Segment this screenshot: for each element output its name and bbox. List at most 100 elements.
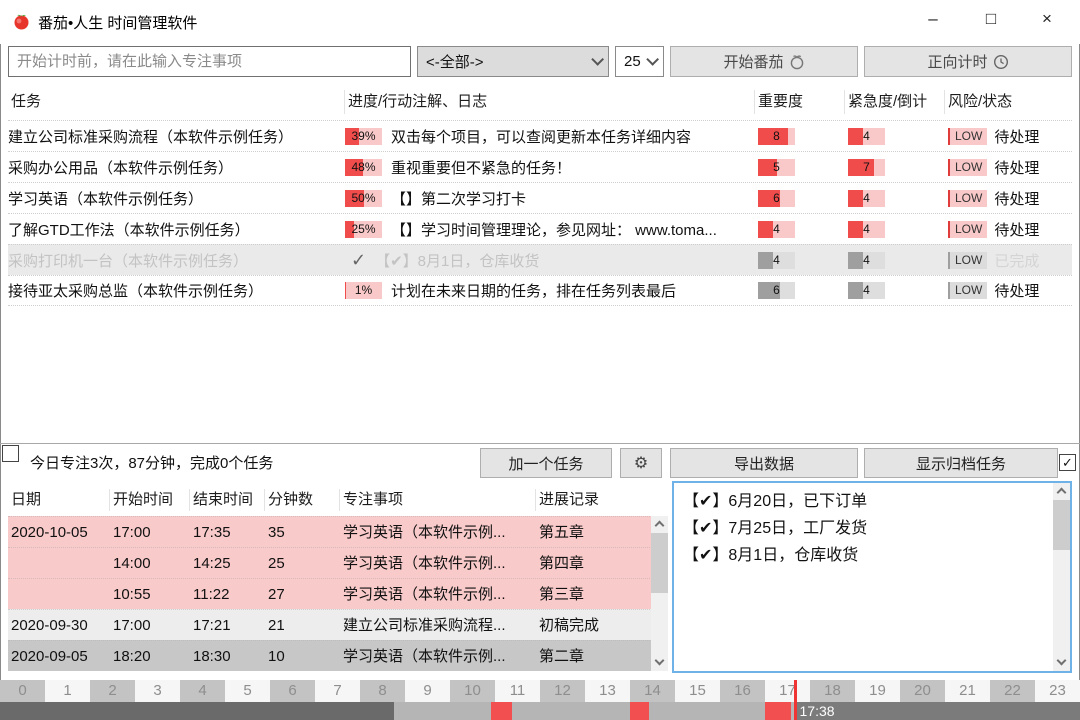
history-table-header: 日期 开始时间 结束时间 分钟数 专注事项 进展记录: [8, 483, 668, 516]
header-urgency: 紧急度/倒计: [845, 90, 945, 114]
history-minutes: 27: [265, 579, 340, 609]
task-urgency-cell: 4: [845, 245, 945, 275]
history-note: 第二章: [536, 641, 651, 671]
task-row[interactable]: 采购办公用品（本软件示例任务）48%重视重要但不紧急的任务！57LOW待处理: [8, 151, 1072, 182]
history-row[interactable]: 10:5511:2227学习英语（本软件示例...第三章: [8, 578, 668, 609]
history-task: 学习英语（本软件示例...: [340, 579, 536, 609]
task-progress-cell: 48%重视重要但不紧急的任务！: [345, 152, 755, 182]
show-archived-button[interactable]: 显示归档任务: [864, 448, 1058, 478]
task-row[interactable]: 建立公司标准采购流程（本软件示例任务）39% 双击每个项目，可以查阅更新本任务详细…: [8, 120, 1072, 151]
scrollbar-thumb[interactable]: [651, 533, 668, 593]
history-note: 初稿完成: [536, 610, 651, 640]
timeline-hour-cell: 11: [495, 680, 540, 702]
focus-input[interactable]: [8, 46, 411, 77]
history-date: 2020-09-30: [8, 610, 110, 640]
history-row[interactable]: 2020-09-3017:0017:2121建立公司标准采购流程...初稿完成: [8, 609, 668, 640]
focus-session-block: [765, 702, 791, 720]
task-importance-cell: 8: [755, 121, 845, 151]
task-progress-cell: ✓【✔】8月1日，仓库收货: [345, 245, 755, 275]
start-pomodoro-button[interactable]: 开始番茄: [670, 46, 858, 77]
task-table-header: 任务 进度/行动注解、日志 重要度 紧急度/倒计 风险/状态: [8, 84, 1072, 120]
timeline-hour-cell: 1: [45, 680, 90, 702]
today-filter-checkbox[interactable]: [2, 445, 19, 462]
header-progress-note: 进展记录: [536, 489, 651, 511]
count-up-timer-button[interactable]: 正向计时: [864, 46, 1072, 77]
badge-value: 7: [848, 159, 885, 176]
task-row[interactable]: 了解GTD工作法（本软件示例任务）25%【】学习时间管理理论，参见网址： www…: [8, 213, 1072, 244]
badge-value: 1%: [345, 282, 382, 299]
timeline-hour-cell: 5: [225, 680, 270, 702]
scroll-down-arrow-icon[interactable]: [651, 654, 668, 671]
risk-badge: LOW: [948, 282, 987, 299]
task-row[interactable]: 接待亚太采购总监（本软件示例任务）1%计划在未来日期的任务，排在任务列表最后64…: [8, 275, 1072, 306]
task-urgency-cell: 4: [845, 214, 945, 244]
history-scrollbar[interactable]: [651, 516, 668, 671]
minutes-dropdown[interactable]: 25: [615, 46, 664, 77]
chevron-down-icon: [591, 53, 604, 66]
badge-value: 8: [758, 128, 795, 145]
close-button[interactable]: ×: [1018, 0, 1076, 38]
header-date: 日期: [8, 489, 110, 511]
history-note: 第五章: [536, 517, 651, 547]
history-date: 2020-09-05: [8, 641, 110, 671]
task-risk-cell: LOW待处理: [945, 183, 1071, 213]
maximize-button[interactable]: □: [962, 0, 1020, 38]
minimize-button[interactable]: –: [904, 0, 962, 38]
history-date: 2020-10-05: [8, 517, 110, 547]
task-note: 【】第二次学习打卡: [391, 188, 526, 209]
badge-value: 48%: [345, 159, 382, 176]
settings-button[interactable]: ⚙: [620, 448, 662, 478]
header-progress-notes: 进度/行动注解、日志: [345, 90, 755, 114]
history-start: 18:20: [110, 641, 190, 671]
sleep-hours-segment: [0, 702, 394, 720]
history-row[interactable]: 14:0014:2525学习英语（本软件示例...第四章: [8, 547, 668, 578]
log-line: 【✔】7月25日，工厂发货: [683, 515, 1048, 542]
task-note: 双击每个项目，可以查阅更新本任务详细内容: [391, 126, 691, 147]
history-minutes: 21: [265, 610, 340, 640]
status-text: 待处理: [994, 188, 1039, 209]
task-log-textarea[interactable]: 【✔】6月20日，已下订单【✔】7月25日，工厂发货【✔】8月1日，仓库收货: [672, 481, 1072, 673]
task-row[interactable]: 采购打印机一台（本软件示例任务）✓【✔】8月1日，仓库收货44LOW已完成: [8, 244, 1072, 275]
log-line: 【✔】8月1日，仓库收货: [683, 542, 1048, 569]
scroll-up-arrow-icon[interactable]: [651, 516, 668, 533]
header-end-time: 结束时间: [190, 489, 265, 511]
archive-checkbox[interactable]: ✓: [1059, 454, 1076, 471]
importance-badge: 6: [758, 190, 795, 207]
badge-value: 6: [758, 190, 795, 207]
history-row[interactable]: 2020-09-0518:2018:3010学习英语（本软件示例...第二章: [8, 640, 668, 671]
task-importance-cell: 5: [755, 152, 845, 182]
badge-value: 25%: [345, 221, 382, 238]
importance-badge: 4: [758, 221, 795, 238]
urgency-badge: 4: [848, 282, 885, 299]
app-window: 番茄•人生 时间管理软件 – □ × <-全部-> 25 开始番茄 正向计时: [0, 0, 1080, 720]
history-minutes: 25: [265, 548, 340, 578]
export-data-button[interactable]: 导出数据: [670, 448, 858, 478]
log-scrollbar[interactable]: [1053, 483, 1070, 671]
log-line: 【✔】6月20日，已下订单: [683, 488, 1048, 515]
add-task-button[interactable]: 加一个任务: [480, 448, 612, 478]
task-filter-dropdown[interactable]: <-全部->: [417, 46, 609, 77]
toolbar: <-全部-> 25 开始番茄 正向计时: [0, 44, 1080, 84]
timeline-hour-cell: 4: [180, 680, 225, 702]
badge-value: 39%: [345, 128, 382, 145]
history-start: 10:55: [110, 579, 190, 609]
scroll-up-arrow-icon[interactable]: [1053, 483, 1070, 500]
status-text: 待处理: [994, 157, 1039, 178]
task-row[interactable]: 学习英语（本软件示例任务）50%【】第二次学习打卡64LOW待处理: [8, 182, 1072, 213]
task-note: 计划在未来日期的任务，排在任务列表最后: [391, 280, 676, 301]
task-filter-value: <-全部->: [426, 51, 484, 72]
scroll-down-arrow-icon[interactable]: [1053, 654, 1070, 671]
importance-badge: 5: [758, 159, 795, 176]
count-up-label: 正向计时: [927, 51, 987, 72]
status-text: 待处理: [994, 126, 1039, 147]
badge-value: 4: [848, 252, 885, 269]
status-text: 已完成: [994, 250, 1039, 271]
task-name: 建立公司标准采购流程（本软件示例任务）: [8, 121, 345, 151]
history-task: 学习英语（本软件示例...: [340, 517, 536, 547]
scrollbar-thumb[interactable]: [1053, 500, 1070, 550]
timeline-hour-cell: 17: [765, 680, 810, 702]
remaining-hours-segment: [794, 702, 1080, 720]
current-time-label: 17:38: [800, 702, 835, 720]
titlebar: 番茄•人生 时间管理软件 – □ ×: [0, 0, 1080, 44]
history-row[interactable]: 2020-10-0517:0017:3535学习英语（本软件示例...第五章: [8, 516, 668, 547]
